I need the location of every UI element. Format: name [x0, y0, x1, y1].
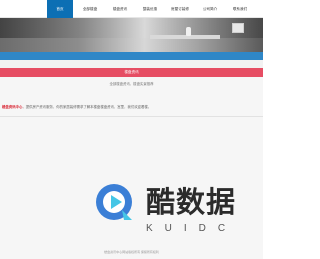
kuidc-logo-icon — [96, 184, 132, 220]
notice-text: ，提供房产资讯服务，你的家居装修需求了解本楼盘楼盘资讯，宫里，我们欢迎看楼。 — [22, 105, 152, 109]
banner-frame — [232, 23, 244, 33]
nav-item-news[interactable]: 楼盘资讯 — [107, 0, 133, 18]
nav-item-decoration[interactable]: 房屋订装修 — [167, 0, 193, 18]
breadcrumb: 全部楼盘资讯，楼盘实景推荐 — [109, 82, 154, 86]
watermark-brand: 酷数据 — [146, 185, 237, 219]
divider — [0, 116, 263, 117]
nav-item-contact[interactable]: 联系我们 — [227, 0, 253, 18]
strip-gap — [0, 60, 263, 68]
section-title-bar: 楼盘资讯 — [0, 68, 263, 77]
blue-strip — [0, 52, 263, 60]
page: 首页 全部楼盘 楼盘资讯 整装优惠 房屋订装修 公司简介 联系我们 楼盘资讯 全… — [0, 0, 263, 259]
watermark-sub: KUIDC — [146, 223, 238, 234]
top-navigation: 首页 全部楼盘 楼盘资讯 整装优惠 房屋订装修 公司简介 联系我们 — [0, 0, 263, 18]
nav-item-all-properties[interactable]: 全部楼盘 — [77, 0, 103, 18]
nav-item-home[interactable]: 首页 — [47, 0, 73, 18]
footer-text: 楼盘资讯中心网站版权所有 保留所有权利 — [104, 250, 159, 254]
notice-brand: 楼盘资讯中心 — [2, 105, 23, 109]
nav-item-offers[interactable]: 整装优惠 — [137, 0, 163, 18]
nav-item-about[interactable]: 公司简介 — [197, 0, 223, 18]
nav-list: 首页 全部楼盘 楼盘资讯 整装优惠 房屋订装修 公司简介 联系我们 — [47, 0, 257, 18]
hero-banner — [0, 18, 263, 52]
section-title: 楼盘资讯 — [124, 70, 139, 74]
banner-vase — [186, 27, 191, 36]
banner-table — [150, 35, 220, 39]
banner-wall — [0, 18, 263, 38]
notice-line: 楼盘资讯中心，提供房产资讯服务，你的家居装修需求了解本楼盘楼盘资讯，宫里，我们欢… — [0, 104, 263, 110]
